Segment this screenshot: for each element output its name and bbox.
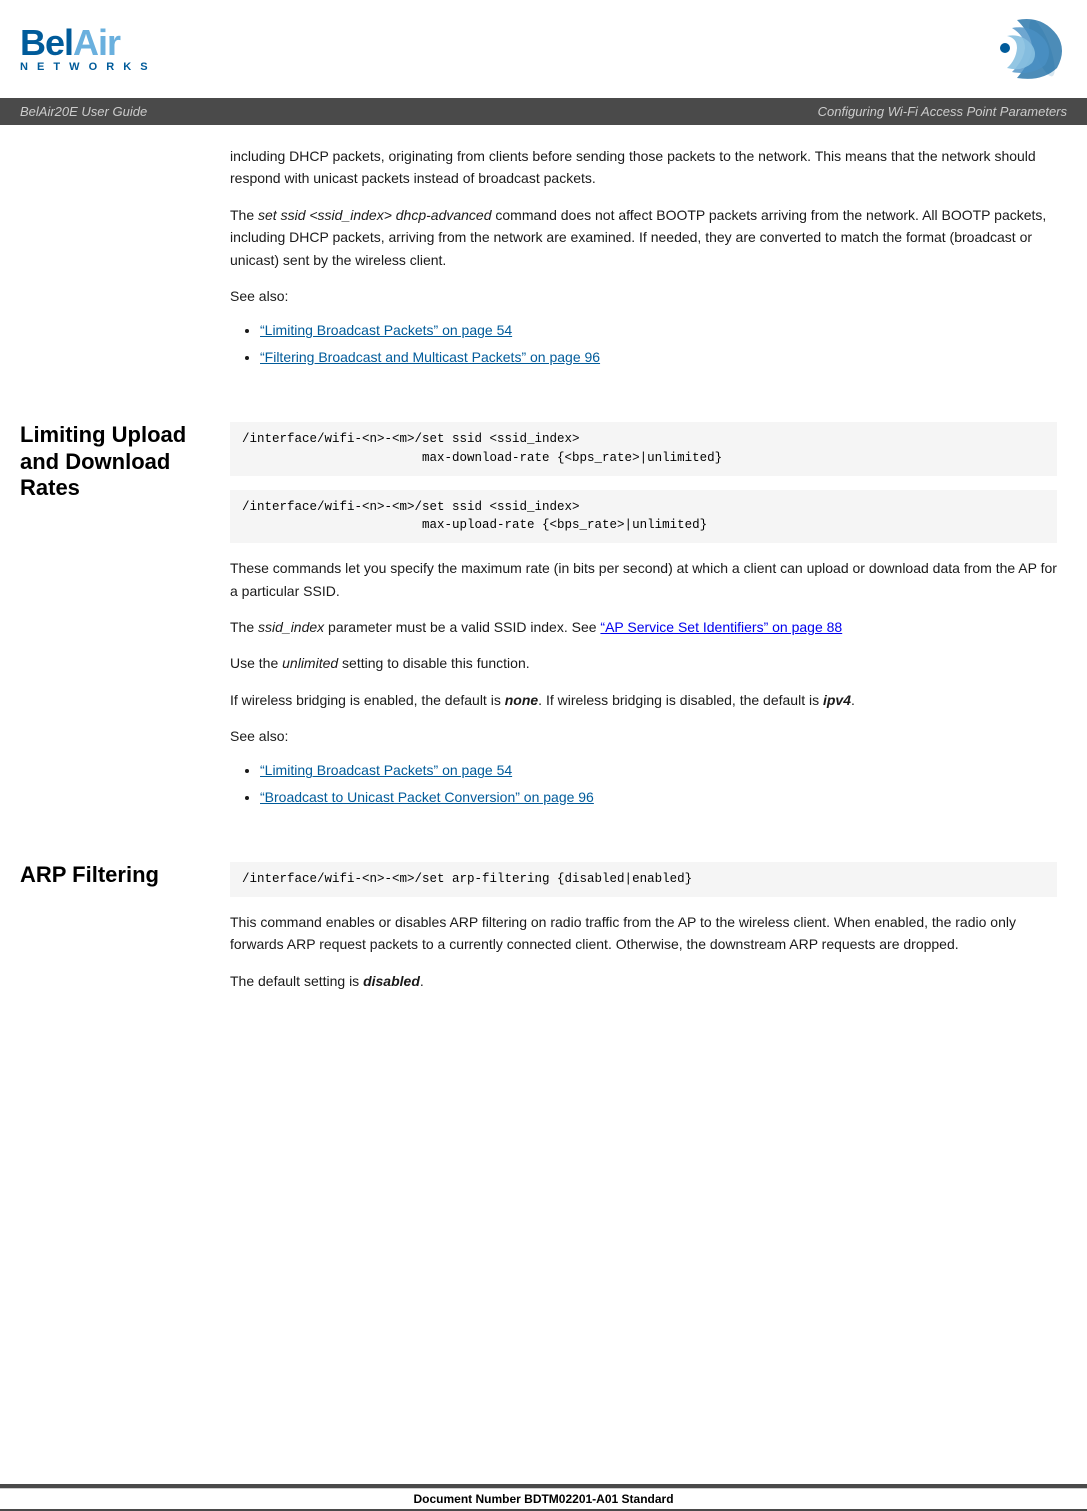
footer-doc-number: Document Number BDTM02201-A01 Standard (0, 1488, 1087, 1509)
arp-left-col: ARP Filtering (0, 842, 220, 1026)
link-broadcast-packets[interactable]: “Limiting Broadcast Packets” on page 54 (260, 322, 512, 338)
intro-p2: The set ssid <ssid_index> dhcp-advanced … (230, 204, 1057, 271)
link-filtering-broadcast[interactable]: “Filtering Broadcast and Multicast Packe… (260, 349, 600, 365)
intro-link-item-2[interactable]: “Filtering Broadcast and Multicast Packe… (260, 346, 1057, 368)
limiting-link-list: “Limiting Broadcast Packets” on page 54 … (230, 759, 1057, 808)
limiting-p3: Use the unlimited setting to disable thi… (230, 652, 1057, 674)
intro-link-list: “Limiting Broadcast Packets” on page 54 … (230, 319, 1057, 368)
limiting-heading: Limiting Upload and Download Rates (20, 422, 205, 501)
right-col-intro: including DHCP packets, originating from… (220, 125, 1087, 402)
val-none: none (505, 692, 538, 708)
networks-label: N E T W O R K S (20, 61, 151, 73)
link-broadcast-unicast[interactable]: “Broadcast to Unicast Packet Conversion”… (260, 789, 594, 805)
val-disabled: disabled (363, 973, 420, 989)
cmd-ssid-index: ssid_index (258, 619, 324, 635)
limiting-left-col: Limiting Upload and Download Rates (0, 402, 220, 842)
nav-section-title: Configuring Wi-Fi Access Point Parameter… (818, 104, 1067, 119)
link-ap-service-set[interactable]: “AP Service Set Identifiers” on page 88 (600, 619, 842, 635)
belair-logo: BelAir N E T W O R K S (20, 25, 151, 73)
limiting-section: Limiting Upload and Download Rates /inte… (0, 402, 1087, 842)
intro-p1: including DHCP packets, originating from… (230, 145, 1057, 190)
val-ipv4: ipv4 (823, 692, 851, 708)
limiting-p2: The ssid_index parameter must be a valid… (230, 616, 1057, 638)
limiting-see-also: See also: “Limiting Broadcast Packets” o… (230, 725, 1057, 808)
limiting-p4: If wireless bridging is enabled, the def… (230, 689, 1057, 711)
limiting-link-item-2[interactable]: “Broadcast to Unicast Packet Conversion”… (260, 786, 1057, 808)
belair-icon (957, 10, 1067, 85)
nav-guide-title: BelAir20E User Guide (20, 104, 147, 119)
intro-see-also: See also: “Limiting Broadcast Packets” o… (230, 285, 1057, 368)
arp-p2: The default setting is disabled. (230, 970, 1057, 992)
cmd-unlimited: unlimited (282, 655, 338, 671)
arp-code: /interface/wifi-<n>-<m>/set arp-filterin… (230, 862, 1057, 897)
cmd-dhcp-advanced: set ssid <ssid_index> dhcp-advanced (258, 207, 491, 223)
intro-link-item-1[interactable]: “Limiting Broadcast Packets” on page 54 (260, 319, 1057, 341)
arp-section: ARP Filtering /interface/wifi-<n>-<m>/se… (0, 842, 1087, 1026)
left-col-intro (0, 125, 220, 402)
limiting-right-col: /interface/wifi-<n>-<m>/set ssid <ssid_i… (220, 402, 1087, 842)
limiting-code-1: /interface/wifi-<n>-<m>/set ssid <ssid_i… (230, 422, 1057, 476)
limiting-p1: These commands let you specify the maxim… (230, 557, 1057, 602)
arp-heading: ARP Filtering (20, 862, 205, 888)
limiting-link-item-1[interactable]: “Limiting Broadcast Packets” on page 54 (260, 759, 1057, 781)
nav-bar: BelAir20E User Guide Configuring Wi-Fi A… (0, 98, 1087, 125)
right-logo (957, 10, 1067, 88)
arp-p1: This command enables or disables ARP fil… (230, 911, 1057, 956)
logo-bar: BelAir N E T W O R K S (0, 0, 1087, 98)
limiting-code-2: /interface/wifi-<n>-<m>/set ssid <ssid_i… (230, 490, 1057, 544)
logo-text: BelAir (20, 25, 151, 61)
main-content: including DHCP packets, originating from… (0, 125, 1087, 402)
arp-right-col: /interface/wifi-<n>-<m>/set arp-filterin… (220, 842, 1087, 1026)
link-limiting-broadcast-2[interactable]: “Limiting Broadcast Packets” on page 54 (260, 762, 512, 778)
